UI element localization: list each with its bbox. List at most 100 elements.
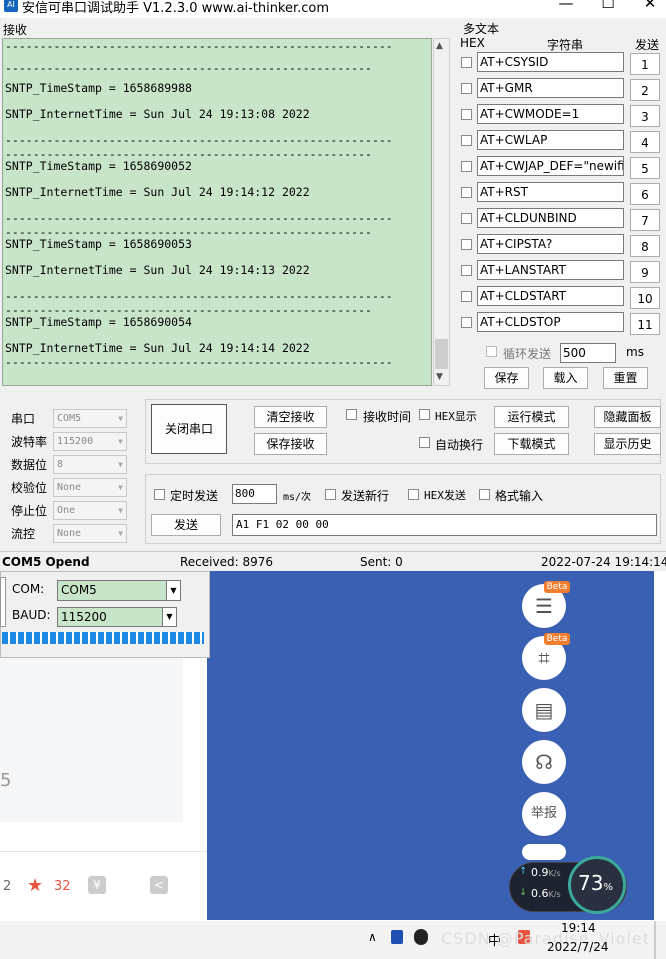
cmd-input[interactable]: AT+CWLAP <box>477 130 624 150</box>
close-button[interactable]: ✕ <box>630 0 666 16</box>
stopbits-select[interactable]: One ▼ <box>53 501 127 520</box>
hex-display-checkbox[interactable] <box>419 409 430 420</box>
scroll-up-icon[interactable]: ▲ <box>436 41 443 51</box>
auto-wrap-label: 自动换行 <box>435 438 484 452</box>
cmd-hex-checkbox[interactable] <box>461 187 472 198</box>
tray-expand-icon[interactable]: ∧ <box>368 930 377 944</box>
send-newline-checkbox[interactable] <box>325 489 336 500</box>
cmd-hex-checkbox[interactable] <box>461 291 472 302</box>
cmd-input[interactable]: AT+CLDSTART <box>477 286 624 306</box>
auto-wrap-checkbox[interactable] <box>419 437 430 448</box>
beta-badge-1: Beta <box>544 581 570 593</box>
cmd-hex-checkbox[interactable] <box>461 239 472 250</box>
clear-receive-button[interactable]: 清空接收 <box>254 406 327 428</box>
hide-panel-button[interactable]: 隐藏面板 <box>594 406 661 428</box>
databits-select[interactable]: 8 ▼ <box>53 455 127 474</box>
hex-display-label: HEX显示 <box>435 410 477 423</box>
cmd-hex-checkbox[interactable] <box>461 83 472 94</box>
loop-send-checkbox[interactable] <box>486 346 497 357</box>
receive-line: SNTP_TimeStamp = 1658689988 <box>5 81 192 95</box>
show-desktop-button[interactable] <box>654 921 656 959</box>
port-select[interactable]: COM5 ▼ <box>53 409 127 428</box>
baud-label: 波特率 <box>11 435 48 449</box>
cmd-input[interactable]: AT+LANSTART <box>477 260 624 280</box>
share-icon[interactable]: < <box>150 876 168 894</box>
cmd-send-button[interactable]: 6 <box>630 183 660 205</box>
cmd-hex-checkbox[interactable] <box>461 265 472 276</box>
close-port-button[interactable]: 关闭串口 <box>151 404 227 454</box>
taskbar-time[interactable]: 19:14 <box>561 921 596 935</box>
scroll-thumb[interactable] <box>435 339 448 369</box>
receive-line: SNTP_InternetTime = Sun Jul 24 19:14:13 … <box>5 263 310 277</box>
cmd-input[interactable]: AT+GMR <box>477 78 624 98</box>
cmd-hex-checkbox[interactable] <box>461 317 472 328</box>
cmd-send-button[interactable]: 9 <box>630 261 660 283</box>
load-multi-button[interactable]: 载入 <box>543 367 588 389</box>
cmd-input[interactable]: AT+CIPSTA? <box>477 234 624 254</box>
show-history-button[interactable]: 显示历史 <box>594 433 661 455</box>
cmd-hex-checkbox[interactable] <box>461 109 472 120</box>
loop-interval-input[interactable]: 500 <box>560 343 616 363</box>
security-tray-icon[interactable] <box>391 930 403 944</box>
count-b: 32 <box>54 879 71 894</box>
cmd-hex-checkbox[interactable] <box>461 135 472 146</box>
sent-count: Sent: 0 <box>360 555 403 569</box>
cmd-send-button[interactable]: 11 <box>630 313 660 335</box>
cmd-send-button[interactable]: 3 <box>630 105 660 127</box>
hex-send-checkbox[interactable] <box>408 489 419 500</box>
timed-interval-input[interactable]: 800 <box>232 484 277 504</box>
reward-icon[interactable]: ¥ <box>88 876 106 894</box>
cmd-input[interactable]: AT+CSYSID <box>477 52 624 72</box>
cmd-hex-checkbox[interactable] <box>461 161 472 172</box>
top-fab[interactable] <box>522 844 566 860</box>
flasher-progress-bar <box>2 632 204 644</box>
hex-column-header: HEX <box>460 36 485 50</box>
cmd-input[interactable]: AT+CLDSTOP <box>477 312 624 332</box>
loop-send-label: 循环发送 <box>503 347 552 361</box>
parity-select[interactable]: None ▼ <box>53 478 127 497</box>
receive-time-checkbox[interactable] <box>346 409 357 420</box>
format-input-label: 格式输入 <box>495 489 544 503</box>
receive-line: SNTP_TimeStamp = 1658690052 <box>5 159 192 173</box>
format-input-checkbox[interactable] <box>479 489 490 500</box>
flasher-baud-select[interactable]: 115200 ▼ <box>57 607 177 627</box>
baud-select[interactable]: 115200 ▼ <box>53 432 127 451</box>
download-speed: 0.6K/s <box>531 887 561 900</box>
send-button[interactable]: 发送 <box>151 514 221 536</box>
send-text-input[interactable]: A1 F1 02 00 00 <box>232 514 657 536</box>
report-fab[interactable]: 举报 <box>522 792 566 836</box>
cmd-hex-checkbox[interactable] <box>461 57 472 68</box>
run-mode-button[interactable]: 运行模式 <box>494 406 569 428</box>
cmd-send-button[interactable]: 2 <box>630 79 660 101</box>
cmd-hex-checkbox[interactable] <box>461 213 472 224</box>
notebook-fab-icon[interactable]: ▤ <box>522 688 566 732</box>
cmd-send-button[interactable]: 10 <box>630 287 660 309</box>
flasher-com-select[interactable]: COM5 ▼ <box>57 580 181 601</box>
flow-select[interactable]: None ▼ <box>53 524 127 543</box>
cmd-send-button[interactable]: 1 <box>630 53 660 75</box>
like-icon[interactable]: ★ <box>27 875 43 896</box>
maximize-button[interactable]: ☐ <box>588 0 628 16</box>
cmd-send-button[interactable]: 8 <box>630 235 660 257</box>
save-receive-button[interactable]: 保存接收 <box>254 433 327 455</box>
cmd-send-button[interactable]: 5 <box>630 157 660 179</box>
timed-send-checkbox[interactable] <box>154 489 165 500</box>
cmd-send-button[interactable]: 4 <box>630 131 660 153</box>
download-mode-button[interactable]: 下载模式 <box>494 433 569 455</box>
cmd-input[interactable]: AT+CWJAP_DEF="newifi_ <box>477 156 624 176</box>
scroll-down-icon[interactable]: ▼ <box>436 372 443 382</box>
cmd-send-button[interactable]: 7 <box>630 209 660 231</box>
cmd-input[interactable]: AT+CLDUNBIND <box>477 208 624 228</box>
receive-line: ----------------------------------------… <box>5 355 393 369</box>
receive-line: SNTP_TimeStamp = 1658690054 <box>5 315 192 329</box>
qq-tray-icon[interactable] <box>414 929 428 945</box>
reset-multi-button[interactable]: 重置 <box>603 367 648 389</box>
receive-textarea[interactable]: ----------------------------------------… <box>2 38 432 386</box>
taskbar-date[interactable]: 2022/7/24 <box>547 940 609 954</box>
save-multi-button[interactable]: 保存 <box>484 367 529 389</box>
receive-scrollbar[interactable]: ▲ ▼ <box>433 38 450 386</box>
cmd-input[interactable]: AT+RST <box>477 182 624 202</box>
minimize-button[interactable]: — <box>546 0 586 16</box>
cmd-input[interactable]: AT+CWMODE=1 <box>477 104 624 124</box>
headset-fab-icon[interactable]: ☊ <box>522 740 566 784</box>
